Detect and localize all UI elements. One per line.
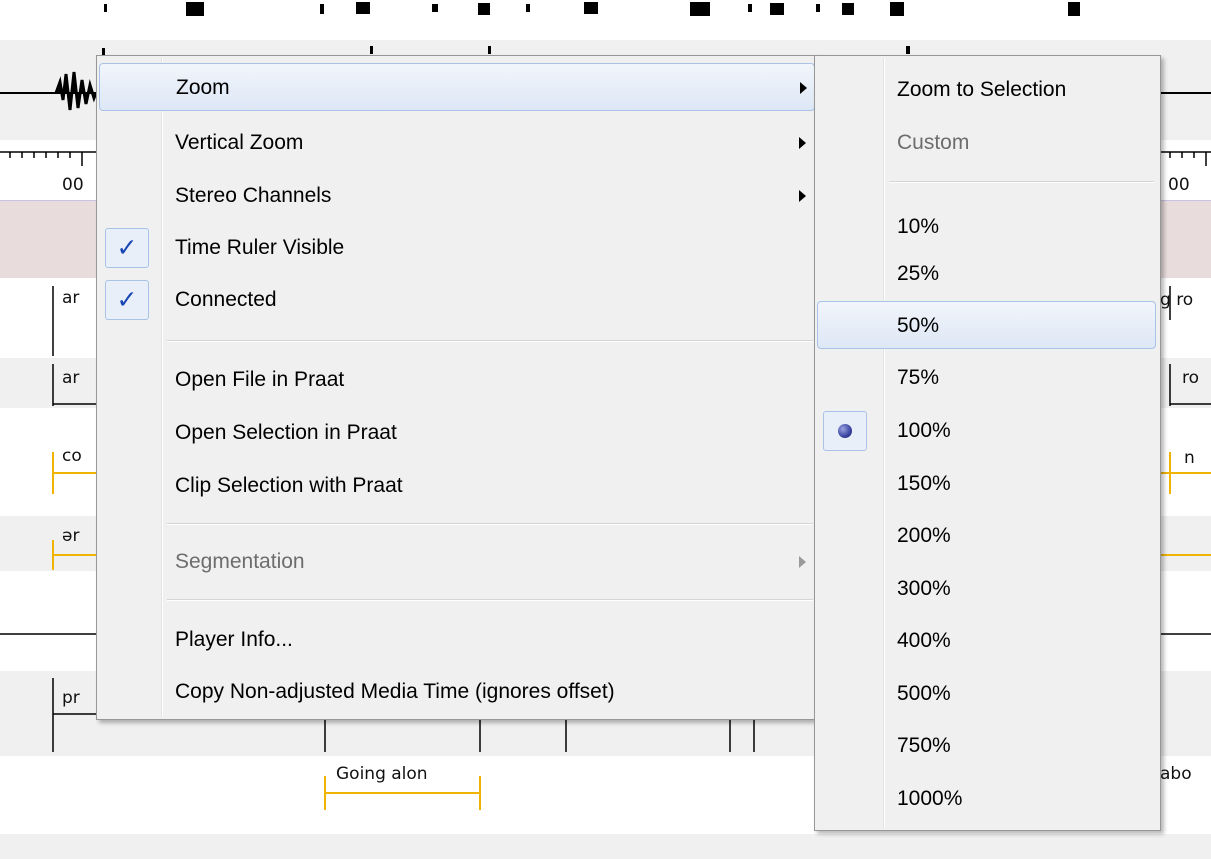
annotation-editor-viewport: 00 00 ar g ro ar ro co n ər pr Going alo…	[0, 0, 1211, 859]
zoom-item[interactable]: 25%	[817, 250, 1156, 298]
menu-item-label: Vertical Zoom	[175, 131, 304, 154]
menu-item-label: Player Info...	[175, 628, 293, 651]
menu-item-label: 750%	[897, 734, 951, 757]
ruler-label: 00	[62, 175, 84, 195]
zoom-item[interactable]: 500%	[817, 670, 1156, 718]
submenu-arrow-icon	[800, 82, 807, 94]
menu-item-label: Zoom	[176, 76, 230, 99]
zoom-item[interactable]: 50%	[817, 301, 1156, 349]
zoom-item[interactable]: 75%	[817, 354, 1156, 402]
menu-item-label: Clip Selection with Praat	[175, 474, 403, 497]
radio-selected-icon	[823, 411, 867, 451]
context-menu: Zoom Vertical Zoom Stereo Channels ✓ Tim…	[96, 55, 820, 720]
zoom-item[interactable]: 200%	[817, 512, 1156, 560]
menu-item-label: Open Selection in Praat	[175, 421, 397, 444]
zoom-item[interactable]: 300%	[817, 565, 1156, 613]
menu-item-connected[interactable]: ✓ Connected	[99, 276, 815, 324]
menu-item-label: Segmentation	[175, 550, 305, 573]
zoom-item[interactable]: 100%	[817, 407, 1156, 455]
menu-item-label: Copy Non-adjusted Media Time (ignores of…	[175, 680, 615, 703]
checkmark-icon: ✓	[105, 228, 149, 268]
menu-item-label: 25%	[897, 262, 940, 285]
menu-item-label: 100%	[897, 419, 951, 442]
annotation-label[interactable]: ər	[62, 526, 79, 546]
zoom-item[interactable]: 750%	[817, 722, 1156, 770]
checkmark-icon: ✓	[105, 280, 149, 320]
menu-item-label: 200%	[897, 524, 951, 547]
menu-item-open-file-in-praat[interactable]: Open File in Praat	[99, 356, 815, 404]
annotation-label[interactable]: ar	[62, 368, 79, 388]
menu-separator	[167, 599, 813, 601]
menu-item-label: Custom	[897, 131, 970, 154]
menu-item-copy-non-adjusted-media-time[interactable]: Copy Non-adjusted Media Time (ignores of…	[99, 668, 815, 716]
submenu-arrow-icon	[799, 190, 806, 202]
annotation-label[interactable]: n	[1184, 448, 1195, 468]
ruler-label: 00	[1168, 175, 1190, 195]
annotation-label[interactable]: ar	[62, 288, 79, 308]
waveform-top	[104, 2, 1080, 16]
submenu-arrow-icon	[799, 137, 806, 149]
zoom-item[interactable]: Zoom to Selection	[817, 66, 1156, 114]
menu-separator	[889, 181, 1154, 183]
menu-item-player-info[interactable]: Player Info...	[99, 616, 815, 664]
submenu-arrow-icon	[799, 556, 806, 568]
menu-item-label: Connected	[175, 288, 277, 311]
zoom-item[interactable]: Custom	[817, 119, 1156, 167]
menu-item-label: 75%	[897, 366, 940, 389]
menu-item-label: 400%	[897, 629, 951, 652]
menu-item-label: Zoom to Selection	[897, 78, 1067, 101]
menu-item-open-selection-in-praat[interactable]: Open Selection in Praat	[99, 409, 815, 457]
zoom-item[interactable]: 1000%	[817, 775, 1156, 823]
annotation-label[interactable]: abo	[1160, 764, 1192, 784]
menu-item-vertical-zoom[interactable]: Vertical Zoom	[99, 119, 815, 167]
menu-separator	[167, 340, 813, 342]
menu-item-label: 500%	[897, 682, 951, 705]
menu-item-zoom[interactable]: Zoom	[99, 63, 815, 111]
zoom-submenu: Zoom to Selection Custom 10% 25% 50% 75%…	[814, 55, 1161, 831]
menu-item-stereo-channels[interactable]: Stereo Channels	[99, 172, 815, 220]
menu-item-label: 10%	[897, 215, 940, 238]
zoom-item[interactable]: 150%	[817, 460, 1156, 508]
zoom-item[interactable]: 10%	[817, 203, 1156, 251]
menu-item-label: Stereo Channels	[175, 184, 332, 207]
annotation-label[interactable]: co	[62, 446, 82, 466]
menu-separator	[167, 523, 813, 525]
menu-item-segmentation[interactable]: Segmentation	[99, 538, 815, 586]
annotation-label[interactable]: g ro	[1160, 290, 1193, 310]
menu-item-label: 150%	[897, 472, 951, 495]
menu-item-label: Time Ruler Visible	[175, 236, 345, 259]
menu-item-label: 1000%	[897, 787, 963, 810]
annotation-label[interactable]: Going alon	[336, 764, 428, 784]
menu-item-time-ruler-visible[interactable]: ✓ Time Ruler Visible	[99, 224, 815, 272]
menu-item-label: 50%	[897, 314, 940, 337]
menu-item-label: Open File in Praat	[175, 368, 345, 391]
zoom-item[interactable]: 400%	[817, 617, 1156, 665]
menu-item-clip-selection-with-praat[interactable]: Clip Selection with Praat	[99, 462, 815, 510]
menu-item-label: 300%	[897, 577, 951, 600]
annotation-label[interactable]: ro	[1182, 368, 1199, 388]
annotation-label[interactable]: pr	[62, 688, 80, 708]
